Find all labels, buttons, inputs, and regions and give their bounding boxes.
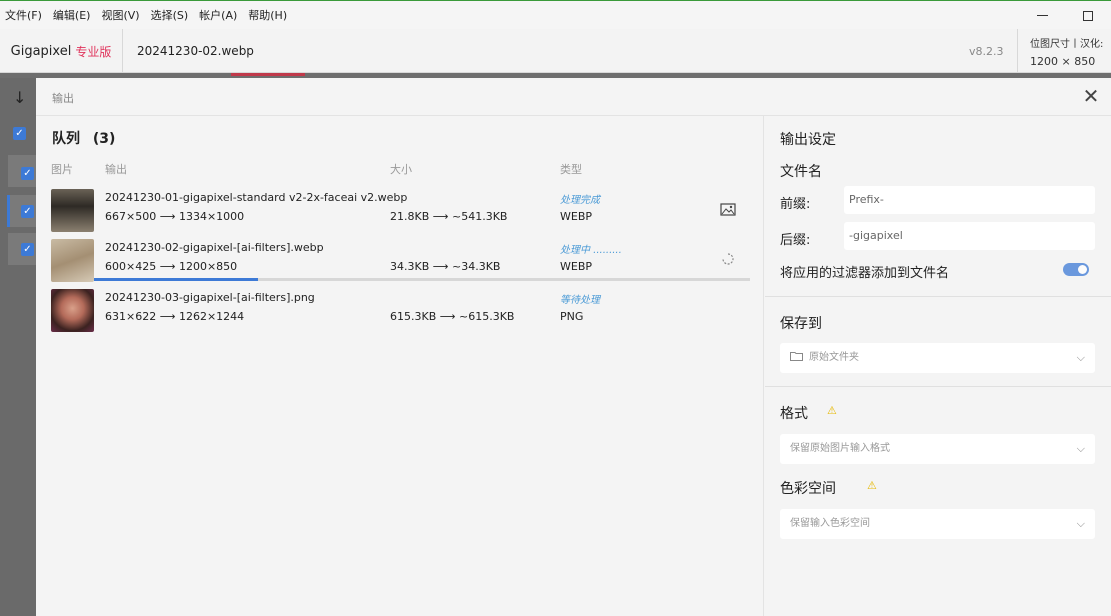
- output-file-size: 615.3KB ⟶ ~615.3KB: [390, 310, 515, 323]
- prefix-label: 前缀:: [780, 197, 811, 212]
- background-active-indicator: [231, 73, 305, 76]
- save-to-value: 原始文件夹: [809, 352, 859, 363]
- colorspace-select[interactable]: 保留输入色彩空间 ⌵: [780, 509, 1095, 539]
- colorspace-value: 保留输入色彩空间: [790, 518, 870, 529]
- output-settings-panel: 输出设定 文件名 前缀: Prefix- 后缀: -gigapixel 将应用的…: [765, 116, 1111, 616]
- row-checkbox-icon[interactable]: ✓: [21, 205, 34, 218]
- warning-icon: ⚠: [867, 479, 877, 492]
- menu-view[interactable]: 视图(V): [96, 7, 144, 23]
- image-size-info: 位图尺寸丨汉化: 1200 × 850: [1017, 29, 1111, 73]
- format-select[interactable]: 保留原始图片输入格式 ⌵: [780, 434, 1095, 464]
- append-filters-toggle[interactable]: [1063, 263, 1089, 276]
- progress-bar: [94, 278, 750, 281]
- image-size-label: 位图尺寸丨汉化:: [1030, 39, 1104, 50]
- dialog-title: 输出: [52, 92, 74, 105]
- queue-row[interactable]: 20241230-02-gigapixel-[ai-filters].webp …: [36, 236, 764, 282]
- maximize-button[interactable]: [1065, 1, 1111, 30]
- queue-count: (3): [92, 131, 116, 147]
- output-dimensions: 667×500 ⟶ 1334×1000: [105, 210, 245, 223]
- app-brand: Gigapixel 专业版: [0, 29, 123, 73]
- section-divider: [765, 386, 1111, 387]
- append-filters-label: 将应用的过滤器添加到文件名: [780, 266, 950, 281]
- menu-account[interactable]: 帐户(A): [194, 7, 242, 23]
- column-header-size: 大小: [390, 163, 412, 176]
- brand-name: Gigapixel: [10, 43, 72, 59]
- status-badge: 处理完成: [560, 195, 600, 206]
- select-all-checkbox-icon[interactable]: ✓: [13, 127, 26, 140]
- output-dimensions: 600×425 ⟶ 1200×850: [105, 260, 238, 273]
- app-header: Gigapixel 专业版 20241230-02.webp v8.2.3 位图…: [0, 29, 1111, 73]
- output-file-size: 21.8KB ⟶ ~541.3KB: [390, 210, 508, 223]
- thumbnail-image: [51, 239, 94, 282]
- status-badge: 等待处理: [560, 295, 600, 306]
- row-checkbox-icon[interactable]: ✓: [21, 167, 34, 180]
- menu-select[interactable]: 选择(S): [146, 7, 194, 23]
- chevron-down-icon: ⌵: [1076, 517, 1085, 530]
- output-file-type: WEBP: [560, 260, 593, 273]
- settings-title: 输出设定: [780, 132, 836, 148]
- download-arrow-icon[interactable]: ↓: [13, 88, 26, 107]
- app-version: v8.2.3: [969, 45, 1004, 58]
- queue-row[interactable]: 20241230-01-gigapixel-standard v2-2x-fac…: [36, 186, 764, 232]
- queue-title: 队列 (3): [52, 128, 115, 148]
- output-filename: 20241230-01-gigapixel-standard v2-2x-fac…: [105, 191, 408, 204]
- thumbnail-image: [51, 289, 94, 332]
- status-badge: 处理中 .........: [560, 245, 622, 256]
- folder-icon: [790, 352, 803, 361]
- menu-bar: 文件(F) 编辑(E) 视图(V) 选择(S) 帐户(A) 帮助(H): [0, 0, 1111, 29]
- minimize-icon: [1036, 15, 1048, 16]
- spinner-icon: [722, 253, 734, 265]
- prefix-input[interactable]: Prefix-: [844, 186, 1095, 214]
- close-icon[interactable]: ✕: [1081, 86, 1101, 106]
- current-file-name: 20241230-02.webp: [137, 44, 254, 58]
- queue-row[interactable]: 20241230-03-gigapixel-[ai-filters].png 6…: [36, 286, 764, 332]
- dialog-titlebar: 输出 ✕: [36, 78, 1111, 116]
- column-header-output: 输出: [105, 163, 127, 176]
- suffix-input[interactable]: -gigapixel: [844, 222, 1095, 250]
- brand-edition: 专业版: [75, 44, 112, 59]
- open-folder-image-icon[interactable]: [720, 202, 736, 216]
- queue-panel: 队列 (3) 图片 输出 大小 类型 20241230-01-gigapixel…: [36, 116, 764, 616]
- save-to-select[interactable]: 原始文件夹 ⌵: [780, 343, 1095, 373]
- image-size-value: 1200 × 850: [1030, 55, 1096, 68]
- window-controls: [1019, 1, 1111, 30]
- output-file-size: 34.3KB ⟶ ~34.3KB: [390, 260, 501, 273]
- filename-section-title: 文件名: [780, 164, 822, 180]
- background-left-pane: ↓ ✓ ✓ ✓ ✓: [0, 78, 36, 616]
- column-header-type: 类型: [560, 163, 582, 176]
- row-selected-indicator: [7, 195, 10, 227]
- menu-file[interactable]: 文件(F): [0, 7, 47, 23]
- menu-help[interactable]: 帮助(H): [243, 7, 292, 23]
- output-file-type: PNG: [560, 310, 584, 323]
- progress-bar-fill: [94, 278, 258, 281]
- colorspace-title: 色彩空间: [780, 481, 836, 497]
- output-dimensions: 631×622 ⟶ 1262×1244: [105, 310, 245, 323]
- menu-edit[interactable]: 编辑(E): [48, 7, 96, 23]
- column-header-image: 图片: [51, 163, 73, 176]
- maximize-icon: [1083, 10, 1093, 21]
- format-title: 格式: [780, 406, 808, 422]
- suffix-label: 后缀:: [780, 233, 811, 248]
- chevron-down-icon: ⌵: [1076, 351, 1085, 364]
- output-filename: 20241230-03-gigapixel-[ai-filters].png: [105, 291, 315, 304]
- output-filename: 20241230-02-gigapixel-[ai-filters].webp: [105, 241, 324, 254]
- chevron-down-icon: ⌵: [1076, 442, 1085, 455]
- queue-title-label: 队列: [52, 131, 80, 147]
- section-divider: [765, 296, 1111, 297]
- output-dialog: 输出 ✕ 队列 (3) 图片 输出 大小 类型 20241230-01-giga…: [36, 78, 1111, 616]
- warning-icon: ⚠: [827, 404, 837, 417]
- thumbnail-image: [51, 189, 94, 232]
- minimize-button[interactable]: [1019, 1, 1065, 30]
- save-to-title: 保存到: [780, 316, 822, 332]
- format-value: 保留原始图片输入格式: [790, 443, 890, 454]
- output-file-type: WEBP: [560, 210, 593, 223]
- row-checkbox-icon[interactable]: ✓: [21, 243, 34, 256]
